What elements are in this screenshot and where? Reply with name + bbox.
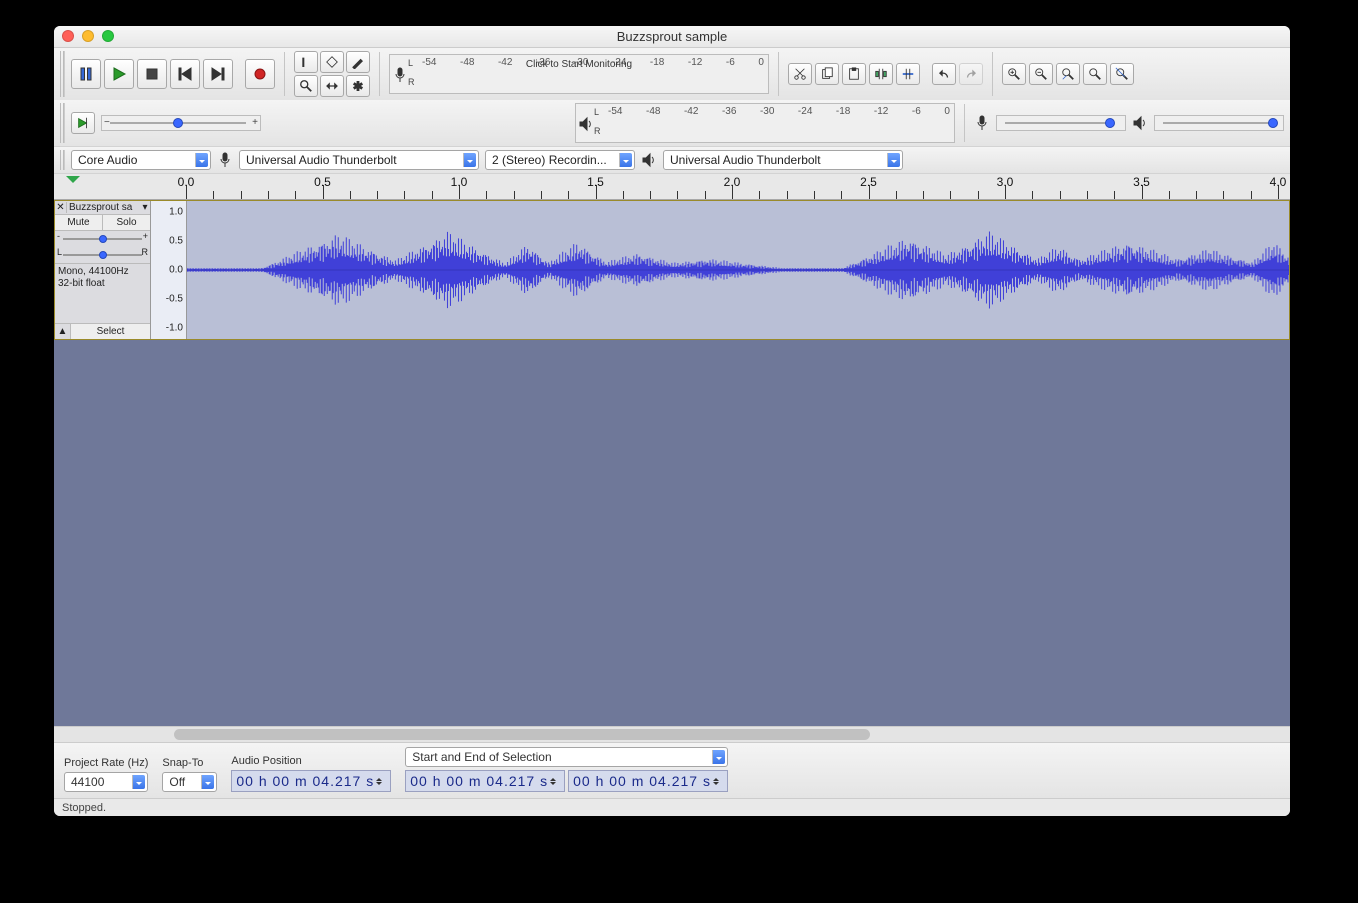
titlebar[interactable]: Buzzsprout sample	[54, 26, 1290, 48]
zoom-in-button[interactable]	[1002, 63, 1026, 85]
device-toolbar: Core Audio Universal Audio Thunderbolt 2…	[54, 147, 1290, 174]
audio-position-label: Audio Position	[231, 755, 391, 767]
skip-start-button[interactable]	[170, 59, 200, 89]
horizontal-scrollbar[interactable]	[54, 726, 1290, 742]
toolbar-grip[interactable]	[60, 150, 65, 170]
play-button[interactable]	[104, 59, 134, 89]
mic-icon	[392, 67, 408, 83]
recording-device-select[interactable]: Universal Audio Thunderbolt	[239, 150, 479, 170]
zoom-tool[interactable]	[294, 75, 318, 97]
selection-tool[interactable]: I	[294, 51, 318, 73]
app-window: Buzzsprout sample	[54, 26, 1290, 816]
waveform-icon	[187, 201, 1289, 339]
cut-button[interactable]	[788, 63, 812, 85]
selection-toolbar: Project Rate (Hz) 44100 Snap-To Off Audi…	[54, 742, 1290, 798]
solo-button[interactable]: Solo	[103, 215, 150, 230]
svg-text:✱: ✱	[353, 79, 363, 93]
status-bar: Stopped.	[54, 798, 1290, 816]
redo-button[interactable]	[959, 63, 983, 85]
mute-button[interactable]: Mute	[55, 215, 103, 230]
track-close-button[interactable]: ✕	[55, 202, 67, 213]
audio-position-field[interactable]: 00 h 00 m 04.217 s	[231, 770, 391, 792]
track-menu-button[interactable]: ▾	[140, 202, 150, 213]
silence-button[interactable]	[896, 63, 920, 85]
mic-icon	[974, 115, 990, 131]
speaker-icon	[578, 116, 594, 132]
tracks-area: ✕ Buzzsprout sa ▾ Mute Solo - + L R	[54, 200, 1290, 726]
speaker-icon	[641, 152, 657, 168]
playback-volume-slider[interactable]	[1154, 115, 1284, 131]
paste-button[interactable]	[842, 63, 866, 85]
toolbar-secondary: −+ L R -54-48-42-36-30-24-18-12-60	[54, 100, 1290, 147]
minimize-icon[interactable]	[82, 30, 94, 42]
vertical-scale[interactable]: 1.0 0.5 0.0 -0.5 -1.0	[151, 201, 187, 339]
edit-toolbar	[788, 63, 983, 85]
tracks-empty-area[interactable]	[54, 340, 1290, 726]
tools-grid: I ✱	[294, 51, 370, 97]
selection-start-field[interactable]: 00 h 00 m 04.217 s	[405, 770, 565, 792]
track-format-info: Mono, 44100Hz 32-bit float	[55, 263, 150, 292]
transport-controls	[71, 59, 275, 89]
window-title: Buzzsprout sample	[617, 29, 728, 44]
selection-mode-select[interactable]: Start and End of Selection	[405, 747, 728, 767]
pause-button[interactable]	[71, 59, 101, 89]
zoom-toggle-button[interactable]	[1110, 63, 1134, 85]
track-control-panel[interactable]: ✕ Buzzsprout sa ▾ Mute Solo - + L R	[55, 201, 151, 339]
undo-button[interactable]	[932, 63, 956, 85]
toolbar-grip[interactable]	[60, 51, 65, 97]
recording-channels-select[interactable]: 2 (Stereo) Recordin...	[485, 150, 635, 170]
trim-button[interactable]	[869, 63, 893, 85]
copy-button[interactable]	[815, 63, 839, 85]
skip-end-button[interactable]	[203, 59, 233, 89]
fit-project-button[interactable]	[1083, 63, 1107, 85]
playhead-marker-icon[interactable]	[66, 176, 80, 190]
rec-meter-hint[interactable]: Click to Start Monitoring	[526, 59, 632, 70]
record-button[interactable]	[245, 59, 275, 89]
collapse-button[interactable]: ▲	[55, 324, 71, 339]
project-rate-label: Project Rate (Hz)	[64, 757, 148, 769]
draw-tool[interactable]	[346, 51, 370, 73]
speaker-icon	[1132, 115, 1148, 131]
playback-meter[interactable]: L R -54-48-42-36-30-24-18-12-60	[575, 103, 955, 143]
mic-icon	[217, 152, 233, 168]
svg-text:I: I	[302, 55, 305, 69]
toolbar-grip[interactable]	[60, 103, 65, 143]
zoom-icon[interactable]	[102, 30, 114, 42]
snap-to-select[interactable]: Off	[162, 772, 217, 792]
track-name[interactable]: Buzzsprout sa	[67, 202, 140, 213]
play-at-speed-button[interactable]	[71, 112, 95, 134]
timeline-ruler[interactable]: 0.00.51.01.52.02.53.03.54.0	[54, 174, 1290, 200]
zoom-toolbar	[1002, 63, 1134, 85]
scrollbar-thumb[interactable]	[174, 729, 870, 740]
envelope-tool[interactable]	[320, 51, 344, 73]
fit-selection-button[interactable]	[1056, 63, 1080, 85]
timeshift-tool[interactable]	[320, 75, 344, 97]
zoom-out-button[interactable]	[1029, 63, 1053, 85]
waveform-canvas[interactable]	[187, 201, 1289, 339]
selection-end-field[interactable]: 00 h 00 m 04.217 s	[568, 770, 728, 792]
multi-tool[interactable]: ✱	[346, 75, 370, 97]
window-controls	[62, 30, 114, 42]
toolbars: I ✱ L R -54-48-42-36-30-24-18-12-60 Clic…	[54, 48, 1290, 174]
pan-slider[interactable]: L R	[55, 247, 150, 263]
audio-host-select[interactable]: Core Audio	[71, 150, 211, 170]
play-meter-ticks: -54-48-42-36-30-24-18-12-60	[608, 104, 950, 142]
stop-button[interactable]	[137, 59, 167, 89]
track-select-button[interactable]: Select	[71, 324, 150, 339]
snap-to-label: Snap-To	[162, 757, 217, 769]
toolbar-main: I ✱ L R -54-48-42-36-30-24-18-12-60 Clic…	[54, 48, 1290, 101]
project-rate-select[interactable]: 44100	[64, 772, 148, 792]
playback-device-select[interactable]: Universal Audio Thunderbolt	[663, 150, 903, 170]
gain-slider[interactable]: - +	[55, 231, 150, 247]
close-icon[interactable]	[62, 30, 74, 42]
status-text: Stopped.	[62, 802, 106, 814]
play-speed-slider[interactable]: −+	[101, 115, 261, 131]
track-row: ✕ Buzzsprout sa ▾ Mute Solo - + L R	[54, 200, 1290, 340]
recording-volume-slider[interactable]	[996, 115, 1126, 131]
recording-meter[interactable]: L R -54-48-42-36-30-24-18-12-60 Click to…	[389, 54, 769, 94]
